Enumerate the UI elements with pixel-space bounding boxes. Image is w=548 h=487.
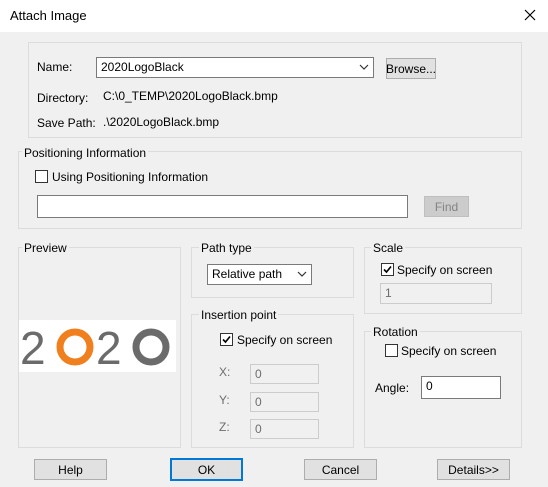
positioning-path-field[interactable]: [37, 195, 408, 218]
use-positioning-label: Using Positioning Information: [52, 170, 209, 184]
scale-specify-label: Specify on screen: [397, 263, 493, 277]
use-positioning-checkbox[interactable]: [35, 170, 48, 183]
cancel-button-label: Cancel: [321, 462, 360, 477]
directory-label: Directory:: [37, 91, 89, 105]
scale-group-label: Scale: [371, 241, 406, 255]
scale-field[interactable]: 1: [380, 283, 492, 304]
positioning-group-label: Positioning Information: [22, 146, 149, 160]
insertion-group-label: Insertion point: [199, 308, 279, 322]
cancel-button[interactable]: Cancel: [304, 459, 377, 480]
insertion-z-field[interactable]: 0: [250, 419, 319, 439]
scale-specify-checkbox[interactable]: [381, 263, 394, 276]
name-label: Name:: [37, 60, 73, 74]
close-icon: [524, 9, 536, 24]
path-type-combo[interactable]: Relative path: [207, 264, 312, 285]
checkmark-icon: [222, 335, 231, 344]
directory-value: C:\0_TEMP\2020LogoBlack.bmp: [103, 89, 278, 103]
name-combo[interactable]: 2020LogoBlack: [96, 57, 374, 78]
svg-text:2: 2: [20, 322, 46, 372]
help-button[interactable]: Help: [34, 459, 107, 480]
preview-group-label: Preview: [22, 241, 69, 255]
preview-image: 2 2: [19, 320, 176, 374]
help-button-label: Help: [58, 462, 83, 477]
details-button[interactable]: Details>>: [437, 459, 510, 480]
insertion-x-label: X:: [219, 365, 231, 379]
chevron-down-icon: [359, 58, 369, 77]
insertion-specify-label: Specify on screen: [237, 333, 333, 347]
checkmark-icon: [383, 265, 392, 274]
insertion-specify-checkbox[interactable]: [220, 333, 233, 346]
browse-button[interactable]: Browse...: [386, 58, 436, 79]
name-combo-value: 2020LogoBlack: [101, 60, 184, 74]
browse-button-label: Browse...: [386, 61, 437, 76]
insertion-z-label: Z:: [219, 420, 230, 434]
angle-field[interactable]: 0: [421, 376, 501, 399]
insertion-x-field[interactable]: 0: [250, 364, 319, 384]
rotation-specify-label: Specify on screen: [401, 344, 497, 358]
logo-2020-image: 2 2: [20, 322, 170, 374]
insertion-y-label: Y:: [219, 393, 230, 407]
find-button[interactable]: Find: [424, 196, 469, 217]
angle-label: Angle:: [375, 381, 410, 395]
find-button-label: Find: [434, 199, 459, 214]
ok-button[interactable]: OK: [170, 458, 243, 481]
path-type-value: Relative path: [212, 267, 283, 281]
close-button[interactable]: [512, 0, 548, 32]
ok-button-label: OK: [197, 462, 216, 477]
svg-text:2: 2: [96, 322, 122, 372]
rotation-specify-checkbox[interactable]: [385, 344, 398, 357]
rotation-group-label: Rotation: [371, 325, 420, 339]
chevron-down-icon: [297, 265, 307, 284]
details-button-label: Details>>: [448, 462, 499, 477]
save-path-label: Save Path:: [37, 116, 96, 130]
insertion-y-field[interactable]: 0: [250, 392, 319, 412]
save-path-value: .\2020LogoBlack.bmp: [103, 115, 220, 129]
window-title: Attach Image: [10, 8, 87, 23]
path-type-group-label: Path type: [199, 241, 254, 255]
